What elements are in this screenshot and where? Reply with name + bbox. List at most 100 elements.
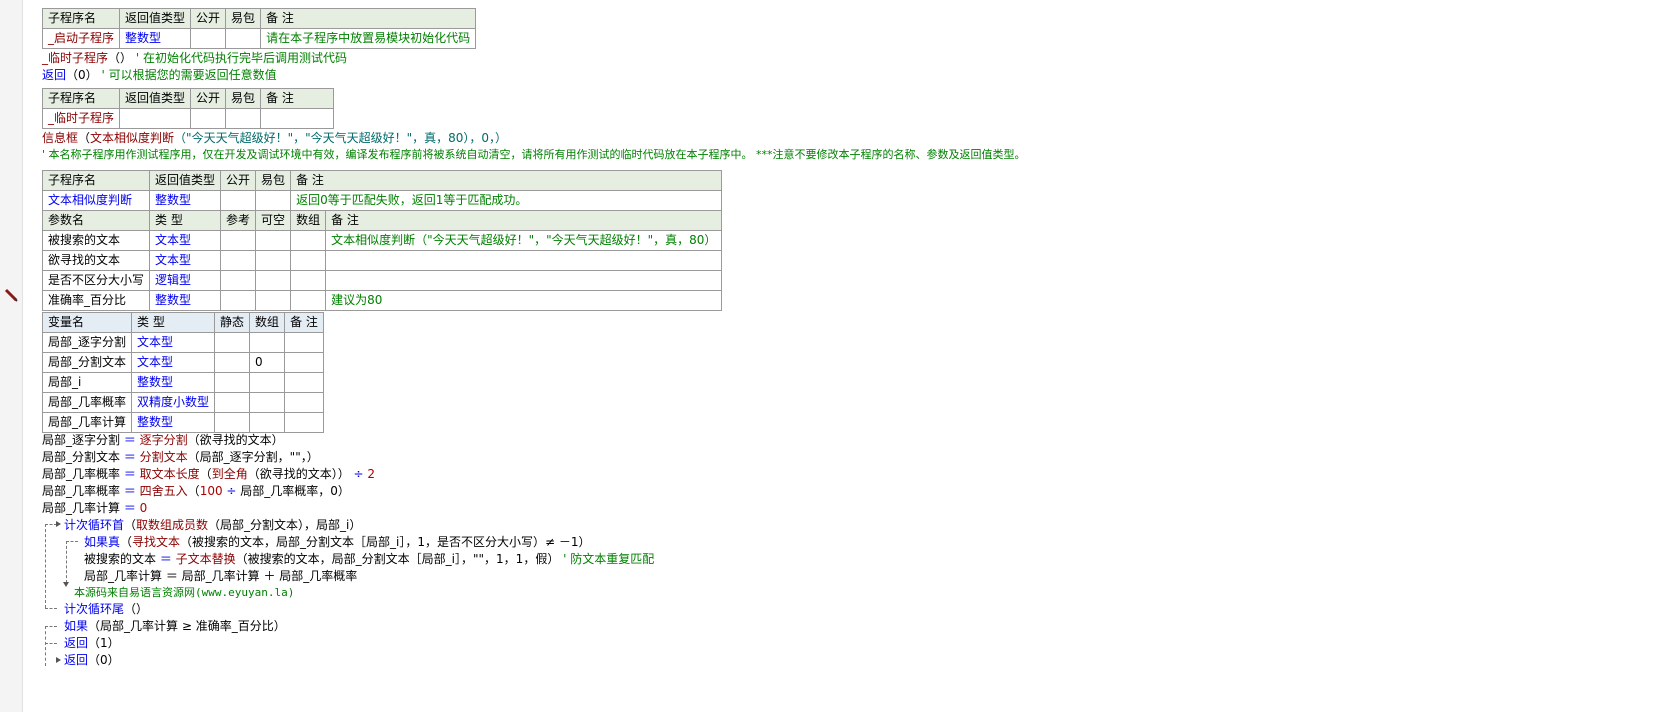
code-line-loop-end[interactable]: 计次循环尾（）	[64, 601, 148, 617]
epkg-cell[interactable]	[225, 28, 262, 49]
loop-guide-line	[45, 524, 46, 608]
epkg-cell[interactable]	[225, 108, 262, 129]
param-type-cell[interactable]: 文本型	[149, 230, 222, 251]
col-header: 子程序名	[41, 8, 121, 29]
code-line[interactable]: 局部_几率概率 ＝ 四舍五入（100 ÷ 局部_几率概率，0）	[42, 483, 350, 499]
col-header: 备 注	[284, 312, 325, 333]
loop-guide-line	[45, 608, 57, 609]
col-header: 公开	[190, 88, 227, 109]
var-type-cell[interactable]: 双精度小数型	[131, 392, 216, 413]
col-header: 易包	[225, 8, 262, 29]
table-row[interactable]: 是否不区分大小写 逻辑型	[41, 270, 723, 291]
code-line-return0[interactable]: 返回（0）	[64, 652, 120, 668]
var-name-cell[interactable]: 局部_几率计算	[41, 412, 133, 433]
var-table: 变量名 类 型 静态 数组 备 注 局部_逐字分割 文本型 局部_分割文本 文本…	[41, 312, 325, 433]
col-header: 静态	[214, 312, 251, 333]
code-line-if2[interactable]: 如果（局部_几率计算 ≥ 准确率_百分比）	[64, 618, 286, 634]
param-type-cell[interactable]: 整数型	[149, 290, 222, 311]
col-header: 备 注	[260, 88, 335, 109]
table-row[interactable]: 局部_几率计算 整数型	[41, 412, 325, 433]
sub-type-cell[interactable]: 整数型	[119, 28, 192, 49]
var-name-cell[interactable]: 局部_几率概率	[41, 392, 133, 413]
param-note-cell[interactable]	[325, 250, 723, 271]
var-type-cell[interactable]: 文本型	[131, 332, 216, 353]
col-header: 易包	[255, 170, 292, 191]
col-header: 备 注	[260, 8, 477, 29]
public-cell[interactable]	[190, 28, 227, 49]
sub-type-cell[interactable]: 整数型	[149, 190, 222, 211]
public-cell[interactable]	[220, 190, 257, 211]
if2-guide-line	[45, 643, 57, 644]
var-array-cell[interactable]	[249, 332, 286, 353]
table-row[interactable]: 准确率_百分比 整数型 建议为80	[41, 290, 723, 311]
param-type-cell[interactable]: 逻辑型	[149, 270, 222, 291]
table-row[interactable]: 局部_几率概率 双精度小数型	[41, 392, 325, 413]
var-array-cell[interactable]	[249, 372, 286, 393]
col-header: 备 注	[290, 170, 723, 191]
code-line-return1[interactable]: 返回（1）	[64, 635, 120, 651]
table-row[interactable]: 局部_i 整数型	[41, 372, 325, 393]
table-row[interactable]: 被搜索的文本 文本型 文本相似度判断（"今天天气超级好！"，"今天气天超级好！"…	[41, 230, 723, 251]
sub-name-cell[interactable]: _临时子程序	[41, 108, 121, 129]
code-line-comment[interactable]: ' 本名称子程序用作测试程序用，仅在开发及调试环境中有效，编译发布程序前将被系统…	[42, 147, 1026, 163]
code-line[interactable]: 局部_分割文本 ＝ 分割文本（局部_逐字分割，""，）	[42, 449, 319, 465]
sub-note-cell[interactable]: 请在本子程序中放置易模块初始化代码	[260, 28, 477, 49]
param-note-cell[interactable]: 建议为80	[325, 290, 723, 311]
col-header: 返回值类型	[119, 88, 192, 109]
code-line[interactable]: 局部_逐字分割 ＝ 逐字分割（欲寻找的文本）	[42, 432, 284, 448]
code-line-call[interactable]: _临时子程序（） ' 在初始化代码执行完毕后调用测试代码	[42, 50, 347, 66]
param-note-cell[interactable]: 文本相似度判断（"今天天气超级好！"，"今天气天超级好！"，真，80）	[325, 230, 723, 251]
code-line[interactable]: 局部_几率计算 ＝ 0	[42, 500, 147, 516]
epkg-cell[interactable]	[255, 190, 292, 211]
var-type-cell[interactable]: 整数型	[131, 412, 216, 433]
col-header: 子程序名	[41, 170, 151, 191]
col-header: 类 型	[149, 210, 222, 231]
code-line[interactable]: 局部_几率概率 ＝ 取文本长度（到全角（欲寻找的文本）） ÷ 2	[42, 466, 375, 482]
sub-table-similarity: 子程序名 返回值类型 公开 易包 备 注 文本相似度判断 整数型 返回0等于匹配…	[41, 170, 723, 311]
var-array-cell[interactable]	[249, 412, 286, 433]
code-line-loop[interactable]: 计次循环首（取数组成员数（局部_分割文本），局部_i）	[64, 517, 361, 533]
var-name-cell[interactable]: 局部_逐字分割	[41, 332, 133, 353]
col-header: 易包	[225, 88, 262, 109]
var-type-cell[interactable]: 文本型	[131, 352, 216, 373]
sub-name-cell[interactable]: _启动子程序	[41, 28, 121, 49]
sub-type-cell[interactable]	[119, 108, 192, 129]
col-header: 子程序名	[41, 88, 121, 109]
code-line-msgbox[interactable]: 信息框（文本相似度判断（"今天天气超级好！"，"今天气天超级好！"，真，80），…	[42, 130, 507, 146]
param-type-cell[interactable]: 文本型	[149, 250, 222, 271]
param-name-cell[interactable]: 是否不区分大小写	[41, 270, 151, 291]
arrow-right-icon	[56, 521, 61, 527]
param-name-cell[interactable]: 准确率_百分比	[41, 290, 151, 311]
param-name-cell[interactable]: 被搜索的文本	[41, 230, 151, 251]
col-header: 变量名	[41, 312, 133, 333]
editor-gutter	[0, 0, 23, 712]
sub-table-startup: 子程序名 返回值类型 公开 易包 备 注 _启动子程序 整数型 请在本子程序中放…	[41, 8, 477, 49]
table-row[interactable]: 欲寻找的文本 文本型	[41, 250, 723, 271]
pencil-icon	[4, 288, 18, 302]
code-line-if[interactable]: 如果真（寻找文本（被搜索的文本，局部_分割文本［局部_i］，1，是否不区分大小写…	[84, 534, 591, 550]
public-cell[interactable]	[190, 108, 227, 129]
col-header: 返回值类型	[149, 170, 222, 191]
col-header: 返回值类型	[119, 8, 192, 29]
var-name-cell[interactable]: 局部_分割文本	[41, 352, 133, 373]
col-header: 数组	[249, 312, 286, 333]
sub-note-cell[interactable]	[260, 108, 335, 129]
arrow-right-icon	[56, 657, 61, 663]
var-name-cell[interactable]: 局部_i	[41, 372, 133, 393]
var-type-cell[interactable]: 整数型	[131, 372, 216, 393]
col-header: 公开	[190, 8, 227, 29]
param-name-cell[interactable]: 欲寻找的文本	[41, 250, 151, 271]
sub-name-cell[interactable]: 文本相似度判断	[41, 190, 151, 211]
if-guide-line	[66, 541, 67, 583]
arrow-down-icon	[63, 582, 69, 587]
code-line-return[interactable]: 返回（0） ' 可以根据您的需要返回任意数值	[42, 67, 277, 83]
var-array-cell[interactable]: 0	[249, 352, 286, 373]
sub-note-cell[interactable]: 返回0等于匹配失败，返回1等于匹配成功。	[290, 190, 723, 211]
table-row[interactable]: 局部_逐字分割 文本型	[41, 332, 325, 353]
var-array-cell[interactable]	[249, 392, 286, 413]
table-row[interactable]: 局部_分割文本 文本型 0	[41, 352, 325, 373]
col-header: 类 型	[131, 312, 216, 333]
param-note-cell[interactable]	[325, 270, 723, 291]
code-line-replace[interactable]: 被搜索的文本 ＝ 子文本替换（被搜索的文本，局部_分割文本［局部_i］，""，1…	[84, 551, 654, 567]
code-line-accumulate[interactable]: 局部_几率计算 ＝ 局部_几率计算 ＋ 局部_几率概率	[84, 568, 357, 584]
